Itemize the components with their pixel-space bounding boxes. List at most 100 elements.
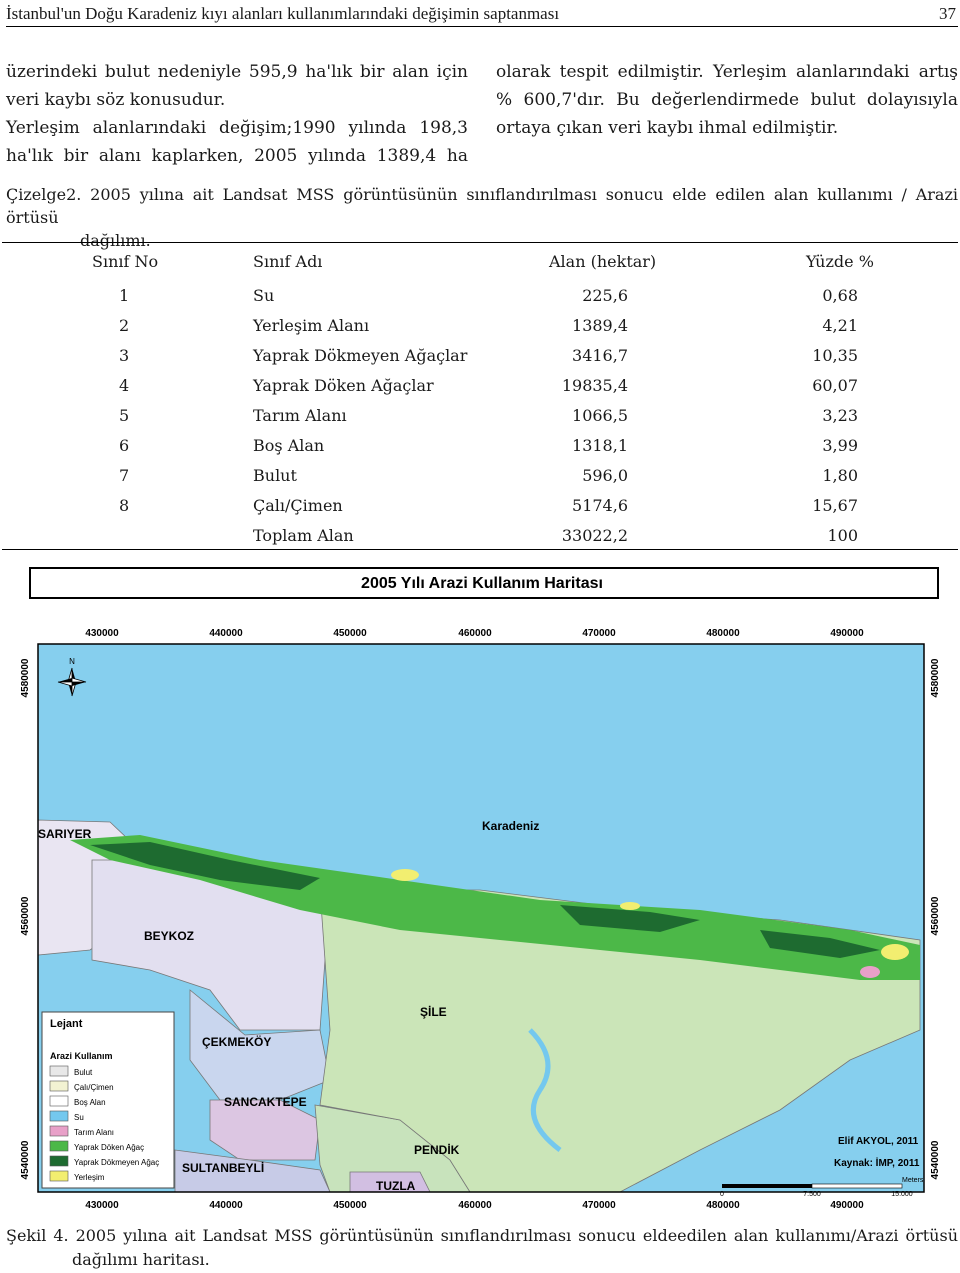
figure-caption: Şekil 4. 2005 yılına ait Landsat MSS gör…	[6, 1224, 958, 1272]
table-row: 3 Yaprak Dökmeyen Ağaçlar 3416,7 10,35	[2, 339, 958, 369]
place-label-sancaktepe: SANCAKTEPE	[224, 1095, 307, 1109]
x-tick-label: 490000	[830, 1200, 864, 1211]
cell-percent: 4,21	[822, 316, 858, 335]
legend-title: Lejant	[50, 1018, 83, 1030]
x-tick-label: 450000	[333, 628, 367, 639]
x-tick-label: 440000	[209, 628, 243, 639]
body-column-right: olarak tespit edilmiştir. Yerleşim alanl…	[496, 58, 958, 142]
y-tick-label: 4580000	[20, 658, 31, 697]
map-title: 2005 Yılı Arazi Kullanım Haritası	[361, 575, 603, 592]
place-label-sultanbeyli: SULTANBEYLİ	[182, 1160, 264, 1175]
legend-swatch	[49, 1170, 69, 1182]
cell-no: 3	[119, 346, 130, 365]
scale-bar-segment	[811, 1183, 903, 1189]
north-label: N	[69, 657, 75, 666]
cell-percent: 0,68	[822, 286, 858, 305]
legend-label: Çalı/Çimen	[74, 1083, 114, 1092]
legend-label: Su	[74, 1113, 84, 1122]
cell-area: 3416,7	[572, 346, 628, 365]
legend-swatch	[49, 1125, 69, 1137]
table-row: 1 Su 225,6 0,68	[2, 279, 958, 309]
scale-unit: Meters	[902, 1177, 924, 1184]
land-use-table: Sınıf No Sınıf Adı Alan (hektar) Yüzde %…	[2, 242, 958, 550]
legend-swatch	[49, 1065, 69, 1077]
legend-label: Bulut	[74, 1068, 93, 1077]
settlement-patch	[620, 902, 640, 910]
cell-area: 1066,5	[572, 406, 628, 425]
cell-no: 2	[119, 316, 130, 335]
body-line: olarak tespit edilmiştir. Yerleşim alanl…	[496, 62, 958, 82]
legend-label: Boş Alan	[74, 1098, 106, 1107]
x-tick-label: 480000	[706, 1200, 740, 1211]
header-area: Alan (hektar)	[549, 252, 657, 271]
place-label-karadeniz: Karadeniz	[482, 819, 539, 833]
header-class-no: Sınıf No	[92, 252, 159, 271]
cell-total-area: 33022,2	[561, 526, 628, 545]
body-line: ortaya çıkan veri kaybı ihmal edilmiştir…	[496, 118, 839, 138]
legend-label: Tarım Alanı	[74, 1128, 114, 1137]
header-percent: Yüzde %	[806, 252, 874, 271]
agriculture-patch	[860, 966, 880, 978]
place-label-sariyer: SARIYER	[38, 827, 92, 841]
cell-total-name: Toplam Alan	[253, 526, 354, 545]
scale-label: 7.500	[803, 1191, 821, 1198]
cell-name: Yaprak Döken Ağaçlar	[253, 376, 434, 395]
x-tick-label: 430000	[85, 1200, 119, 1211]
header-class-name: Sınıf Adı	[253, 252, 323, 271]
cell-no: 8	[119, 496, 130, 515]
y-tick-label: 4540000	[930, 1140, 941, 1179]
y-tick-labels-left: 4580000 4560000 4540000	[20, 658, 31, 1179]
x-tick-label: 460000	[458, 628, 492, 639]
scale-bar-segment	[722, 1184, 812, 1188]
cell-name: Yaprak Dökmeyen Ağaçlar	[253, 346, 468, 365]
x-tick-label: 430000	[85, 628, 119, 639]
place-label-sile: ŞİLE	[420, 1004, 447, 1019]
figure-caption-line: dağılımı haritası.	[72, 1250, 210, 1269]
map-source: Kaynak: İMP, 2011	[834, 1156, 920, 1169]
legend-swatch	[49, 1080, 69, 1092]
cell-percent: 10,35	[812, 346, 858, 365]
x-tick-labels-bottom: 430000 440000 450000 460000 470000 48000…	[85, 1200, 864, 1211]
cell-name: Yerleşim Alanı	[253, 316, 370, 335]
scale-label: 0	[720, 1191, 724, 1198]
land-use-map: 2005 Yılı Arazi Kullanım Haritası 430000…	[20, 567, 941, 1211]
cell-area: 225,6	[582, 286, 628, 305]
legend-label: Yaprak Dökmeyen Ağaç	[74, 1158, 159, 1167]
cell-name: Çalı/Çimen	[253, 496, 343, 515]
legend-label: Yaprak Döken Ağaç	[74, 1143, 144, 1152]
legend-swatch	[49, 1110, 69, 1122]
map-credit: Elif AKYOL, 2011	[838, 1136, 919, 1147]
legend-swatch	[49, 1140, 69, 1152]
x-tick-label: 490000	[830, 628, 864, 639]
cell-area: 19835,4	[561, 376, 628, 395]
y-tick-label: 4560000	[930, 896, 941, 935]
cell-percent: 3,99	[822, 436, 858, 455]
cell-no: 6	[119, 436, 130, 455]
settlement-patch	[391, 869, 419, 881]
x-tick-labels-top: 430000 440000 450000 460000 470000 48000…	[85, 628, 864, 639]
y-tick-label: 4580000	[930, 658, 941, 697]
cell-percent: 1,80	[822, 466, 858, 485]
legend-swatch	[49, 1095, 69, 1107]
y-tick-labels-right: 4580000 4560000 4540000	[930, 658, 941, 1179]
page-number: 37	[939, 4, 956, 23]
cell-percent: 60,07	[812, 376, 858, 395]
y-tick-label: 4540000	[20, 1140, 31, 1179]
cell-name: Tarım Alanı	[253, 406, 347, 425]
place-label-cekmekoy: ÇEKMEKÖY	[202, 1034, 271, 1049]
cell-area: 1389,4	[572, 316, 628, 335]
cell-name: Bulut	[253, 466, 297, 485]
scale-label: 15.000	[891, 1191, 913, 1198]
place-label-pendik: PENDİK	[414, 1142, 460, 1157]
table-row: 2 Yerleşim Alanı 1389,4 4,21	[2, 309, 958, 339]
map-legend: Lejant Arazi Kullanım Bulut Çalı/Çimen Boş…	[41, 1011, 175, 1189]
cell-area: 1318,1	[572, 436, 628, 455]
x-tick-label: 450000	[333, 1200, 367, 1211]
cell-no: 7	[119, 466, 130, 485]
cell-percent: 15,67	[812, 496, 858, 515]
table-row: 5 Tarım Alanı 1066,5 3,23	[2, 399, 958, 429]
land-use-map-figure: 2005 Yılı Arazi Kullanım Haritası 430000…	[0, 560, 960, 1220]
cell-name: Boş Alan	[253, 436, 325, 455]
x-tick-label: 460000	[458, 1200, 492, 1211]
legend-swatch	[49, 1155, 69, 1167]
